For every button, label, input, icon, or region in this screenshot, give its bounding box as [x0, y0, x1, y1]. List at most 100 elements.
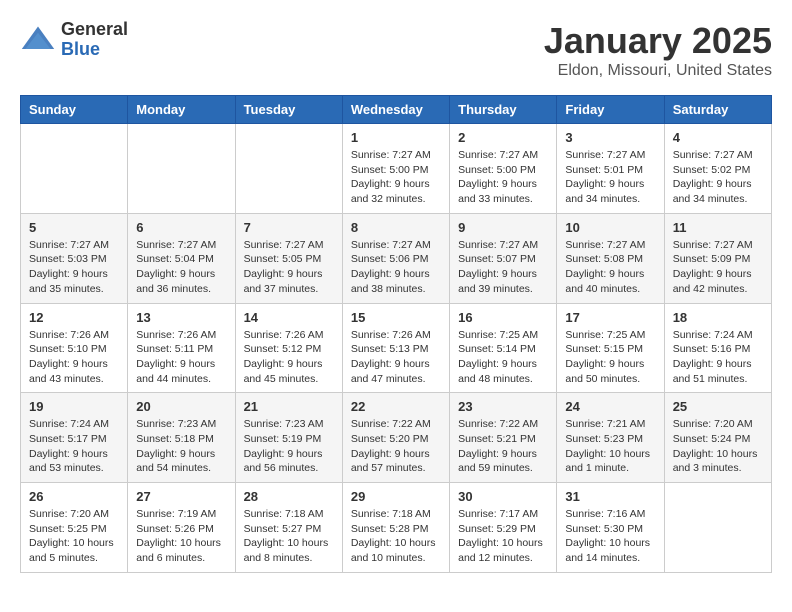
- logo-blue: Blue: [61, 40, 128, 60]
- day-info: Sunrise: 7:27 AM Sunset: 5:00 PM Dayligh…: [458, 148, 548, 207]
- day-number: 14: [244, 310, 334, 325]
- calendar-day-cell: 26Sunrise: 7:20 AM Sunset: 5:25 PM Dayli…: [21, 483, 128, 573]
- logo-icon: [20, 22, 56, 58]
- page-header: General Blue January 2025 Eldon, Missour…: [20, 20, 772, 80]
- calendar-day-cell: 16 Sunrise: 7:25 AM Sunset: 5:14 PM Dayli…: [450, 303, 557, 393]
- day-number: 30: [458, 489, 548, 504]
- calendar-day-cell: 24 Sunrise: 7:21 AM Sunset: 5:23 PM Dayli…: [557, 393, 664, 483]
- weekday-header: Sunday: [21, 96, 128, 124]
- calendar-day-cell: 7Sunrise: 7:27 AM Sunset: 5:05 PM Daylig…: [235, 213, 342, 303]
- calendar-week-row: 26Sunrise: 7:20 AM Sunset: 5:25 PM Dayli…: [21, 483, 772, 573]
- day-number: 25: [673, 399, 763, 414]
- day-number: 7: [244, 220, 334, 235]
- day-info: Sunrise: 7:27 AM Sunset: 5:09 PM Dayligh…: [673, 238, 763, 297]
- day-number: 12: [29, 310, 119, 325]
- weekday-header: Tuesday: [235, 96, 342, 124]
- logo: General Blue: [20, 20, 128, 60]
- calendar-empty-cell: [235, 124, 342, 214]
- weekday-header-row: SundayMondayTuesdayWednesdayThursdayFrid…: [21, 96, 772, 124]
- day-info: Sunrise: 7:18 AM Sunset: 5:27 PM Dayligh…: [244, 507, 334, 566]
- day-info: Sunrise: 7:18 AM Sunset: 5:28 PM Dayligh…: [351, 507, 441, 566]
- calendar-day-cell: 1 Sunrise: 7:27 AM Sunset: 5:00 PM Daylig…: [342, 124, 449, 214]
- calendar-day-cell: 18Sunrise: 7:24 AM Sunset: 5:16 PM Dayli…: [664, 303, 771, 393]
- day-number: 26: [29, 489, 119, 504]
- day-info: Sunrise: 7:27 AM Sunset: 5:02 PM Dayligh…: [673, 148, 763, 207]
- calendar-day-cell: 14 Sunrise: 7:26 AM Sunset: 5:12 PM Dayli…: [235, 303, 342, 393]
- calendar-day-cell: 3Sunrise: 7:27 AM Sunset: 5:01 PM Daylig…: [557, 124, 664, 214]
- title-block: January 2025 Eldon, Missouri, United Sta…: [544, 20, 772, 80]
- day-number: 1: [351, 130, 441, 145]
- day-info: Sunrise: 7:24 AM Sunset: 5:16 PM Dayligh…: [673, 328, 763, 387]
- calendar-day-cell: 29 Sunrise: 7:18 AM Sunset: 5:28 PM Dayli…: [342, 483, 449, 573]
- day-info: Sunrise: 7:27 AM Sunset: 5:08 PM Dayligh…: [565, 238, 655, 297]
- calendar-day-cell: 8 Sunrise: 7:27 AM Sunset: 5:06 PM Daylig…: [342, 213, 449, 303]
- calendar-day-cell: 23Sunrise: 7:22 AM Sunset: 5:21 PM Dayli…: [450, 393, 557, 483]
- day-info: Sunrise: 7:19 AM Sunset: 5:26 PM Dayligh…: [136, 507, 226, 566]
- calendar-day-cell: 31 Sunrise: 7:16 AM Sunset: 5:30 PM Dayli…: [557, 483, 664, 573]
- day-number: 31: [565, 489, 655, 504]
- calendar-table: SundayMondayTuesdayWednesdayThursdayFrid…: [20, 95, 772, 573]
- day-info: Sunrise: 7:27 AM Sunset: 5:04 PM Dayligh…: [136, 238, 226, 297]
- calendar-day-cell: 21 Sunrise: 7:23 AM Sunset: 5:19 PM Dayli…: [235, 393, 342, 483]
- day-info: Sunrise: 7:26 AM Sunset: 5:11 PM Dayligh…: [136, 328, 226, 387]
- day-info: Sunrise: 7:27 AM Sunset: 5:06 PM Dayligh…: [351, 238, 441, 297]
- calendar-day-cell: 11Sunrise: 7:27 AM Sunset: 5:09 PM Dayli…: [664, 213, 771, 303]
- calendar-week-row: 1 Sunrise: 7:27 AM Sunset: 5:00 PM Daylig…: [21, 124, 772, 214]
- day-number: 10: [565, 220, 655, 235]
- day-number: 8: [351, 220, 441, 235]
- day-number: 16: [458, 310, 548, 325]
- calendar-day-cell: 22 Sunrise: 7:22 AM Sunset: 5:20 PM Dayli…: [342, 393, 449, 483]
- day-info: Sunrise: 7:21 AM Sunset: 5:23 PM Dayligh…: [565, 417, 655, 476]
- weekday-header: Thursday: [450, 96, 557, 124]
- calendar-day-cell: 9 Sunrise: 7:27 AM Sunset: 5:07 PM Daylig…: [450, 213, 557, 303]
- day-number: 27: [136, 489, 226, 504]
- day-number: 13: [136, 310, 226, 325]
- day-info: Sunrise: 7:20 AM Sunset: 5:24 PM Dayligh…: [673, 417, 763, 476]
- day-number: 15: [351, 310, 441, 325]
- location: Eldon, Missouri, United States: [544, 62, 772, 80]
- day-info: Sunrise: 7:27 AM Sunset: 5:00 PM Dayligh…: [351, 148, 441, 207]
- calendar-day-cell: 28 Sunrise: 7:18 AM Sunset: 5:27 PM Dayli…: [235, 483, 342, 573]
- day-info: Sunrise: 7:26 AM Sunset: 5:13 PM Dayligh…: [351, 328, 441, 387]
- day-info: Sunrise: 7:26 AM Sunset: 5:12 PM Dayligh…: [244, 328, 334, 387]
- calendar-day-cell: 10 Sunrise: 7:27 AM Sunset: 5:08 PM Dayli…: [557, 213, 664, 303]
- day-info: Sunrise: 7:25 AM Sunset: 5:14 PM Dayligh…: [458, 328, 548, 387]
- day-number: 17: [565, 310, 655, 325]
- weekday-header: Saturday: [664, 96, 771, 124]
- day-number: 5: [29, 220, 119, 235]
- day-number: 4: [673, 130, 763, 145]
- day-info: Sunrise: 7:17 AM Sunset: 5:29 PM Dayligh…: [458, 507, 548, 566]
- day-number: 9: [458, 220, 548, 235]
- calendar-empty-cell: [664, 483, 771, 573]
- day-info: Sunrise: 7:23 AM Sunset: 5:19 PM Dayligh…: [244, 417, 334, 476]
- calendar-day-cell: 25 Sunrise: 7:20 AM Sunset: 5:24 PM Dayli…: [664, 393, 771, 483]
- calendar-day-cell: 20Sunrise: 7:23 AM Sunset: 5:18 PM Dayli…: [128, 393, 235, 483]
- day-number: 21: [244, 399, 334, 414]
- day-number: 22: [351, 399, 441, 414]
- calendar-week-row: 19Sunrise: 7:24 AM Sunset: 5:17 PM Dayli…: [21, 393, 772, 483]
- calendar-day-cell: 19Sunrise: 7:24 AM Sunset: 5:17 PM Dayli…: [21, 393, 128, 483]
- day-info: Sunrise: 7:27 AM Sunset: 5:03 PM Dayligh…: [29, 238, 119, 297]
- month-title: January 2025: [544, 20, 772, 62]
- day-info: Sunrise: 7:22 AM Sunset: 5:20 PM Dayligh…: [351, 417, 441, 476]
- calendar-day-cell: 15 Sunrise: 7:26 AM Sunset: 5:13 PM Dayli…: [342, 303, 449, 393]
- calendar-week-row: 12Sunrise: 7:26 AM Sunset: 5:10 PM Dayli…: [21, 303, 772, 393]
- calendar-day-cell: 2Sunrise: 7:27 AM Sunset: 5:00 PM Daylig…: [450, 124, 557, 214]
- day-number: 6: [136, 220, 226, 235]
- calendar-empty-cell: [128, 124, 235, 214]
- weekday-header: Wednesday: [342, 96, 449, 124]
- day-info: Sunrise: 7:24 AM Sunset: 5:17 PM Dayligh…: [29, 417, 119, 476]
- calendar-day-cell: 5 Sunrise: 7:27 AM Sunset: 5:03 PM Daylig…: [21, 213, 128, 303]
- calendar-day-cell: 13 Sunrise: 7:26 AM Sunset: 5:11 PM Dayli…: [128, 303, 235, 393]
- calendar-week-row: 5 Sunrise: 7:27 AM Sunset: 5:03 PM Daylig…: [21, 213, 772, 303]
- day-number: 29: [351, 489, 441, 504]
- day-number: 20: [136, 399, 226, 414]
- day-info: Sunrise: 7:25 AM Sunset: 5:15 PM Dayligh…: [565, 328, 655, 387]
- day-info: Sunrise: 7:27 AM Sunset: 5:07 PM Dayligh…: [458, 238, 548, 297]
- day-number: 23: [458, 399, 548, 414]
- calendar-empty-cell: [21, 124, 128, 214]
- day-number: 28: [244, 489, 334, 504]
- day-number: 24: [565, 399, 655, 414]
- calendar-day-cell: 6 Sunrise: 7:27 AM Sunset: 5:04 PM Daylig…: [128, 213, 235, 303]
- day-info: Sunrise: 7:16 AM Sunset: 5:30 PM Dayligh…: [565, 507, 655, 566]
